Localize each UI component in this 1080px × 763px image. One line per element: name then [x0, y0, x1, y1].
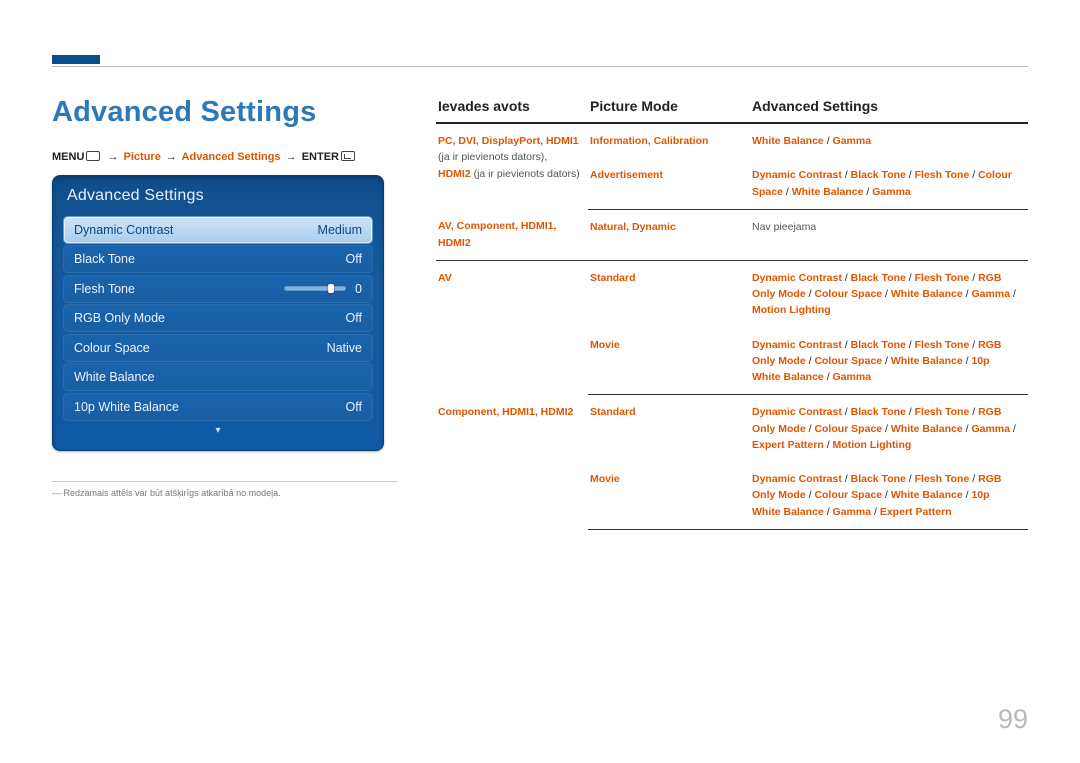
osd-row[interactable]: 10p White Balance Off: [63, 393, 373, 421]
content-columns: Advanced Settings MENU → Picture → Advan…: [52, 96, 1028, 530]
osd-row-value: Off: [346, 400, 362, 414]
page: Advanced Settings MENU → Picture → Advan…: [0, 0, 1080, 763]
breadcrumb: MENU → Picture → Advanced Settings → ENT…: [52, 151, 398, 163]
left-column: Advanced Settings MENU → Picture → Advan…: [52, 96, 398, 530]
cell-mode: Natural, Dynamic: [588, 209, 750, 260]
cell-source: AV: [436, 260, 588, 395]
cell-settings: Dynamic Contrast / Black Tone / Flesh To…: [750, 462, 1028, 529]
breadcrumb-step1: Picture: [124, 151, 161, 163]
footnote: Redzamais attēls var būt atšķirīgs atkar…: [52, 488, 398, 498]
osd-rows: Dynamic Contrast Medium Black Tone Off Flesh…: [63, 216, 373, 421]
table-row: PC, DVI, DisplayPort, HDMI1 (ja ir pievi…: [436, 123, 1028, 158]
cell-mode: Advertisement: [588, 158, 750, 209]
table-header-settings: Advanced Settings: [750, 96, 1028, 123]
divider: [52, 481, 398, 482]
osd-row[interactable]: White Balance: [63, 363, 373, 391]
cell-mode: Standard: [588, 395, 750, 462]
table-row: AVStandardDynamic Contrast / Black Tone …: [436, 260, 1028, 327]
slider-value: 0: [352, 282, 362, 296]
slider[interactable]: 0: [284, 282, 362, 296]
cell-mode: Movie: [588, 328, 750, 395]
cell-source: PC, DVI, DisplayPort, HDMI1 (ja ir pievi…: [436, 123, 588, 209]
osd-row-value: Off: [346, 252, 362, 266]
osd-row-label: Black Tone: [74, 252, 135, 266]
cell-settings: Dynamic Contrast / Black Tone / Flesh To…: [750, 328, 1028, 395]
arrow-icon: →: [286, 151, 297, 163]
osd-row[interactable]: Colour Space Native: [63, 334, 373, 362]
osd-row-label: Dynamic Contrast: [74, 223, 173, 237]
cell-mode: Information, Calibration: [588, 123, 750, 158]
cell-mode: Movie: [588, 462, 750, 529]
osd-row-label: RGB Only Mode: [74, 311, 165, 325]
cell-source: Component, HDMI1, HDMI2: [436, 395, 588, 530]
cell-mode: Standard: [588, 260, 750, 327]
osd-row[interactable]: Flesh Tone 0: [63, 275, 373, 303]
osd-row[interactable]: RGB Only Mode Off: [63, 304, 373, 332]
breadcrumb-menu: MENU: [52, 151, 84, 163]
osd-row-value: Medium: [318, 223, 362, 237]
table-header-row: Ievades avots Picture Mode Advanced Sett…: [436, 96, 1028, 123]
table-row: Component, HDMI1, HDMI2StandardDynamic C…: [436, 395, 1028, 462]
cell-settings: Dynamic Contrast / Black Tone / Flesh To…: [750, 158, 1028, 209]
right-column: Ievades avots Picture Mode Advanced Sett…: [436, 96, 1028, 530]
osd-panel: Advanced Settings Dynamic Contrast Medium…: [52, 175, 384, 451]
osd-row-label: White Balance: [74, 370, 155, 384]
slider-track[interactable]: [284, 286, 346, 291]
table-body: PC, DVI, DisplayPort, HDMI1 (ja ir pievi…: [436, 123, 1028, 530]
breadcrumb-step2: Advanced Settings: [182, 151, 281, 163]
cell-settings: Nav pieejama: [750, 209, 1028, 260]
arrow-icon: →: [166, 151, 177, 163]
chevron-down-icon: ▾: [63, 425, 373, 436]
table-header-source: Ievades avots: [436, 96, 588, 123]
osd-row-value: Native: [327, 341, 362, 355]
header-rule: [52, 66, 1028, 67]
menu-icon: [86, 151, 100, 161]
osd-row-label: Colour Space: [74, 341, 150, 355]
breadcrumb-enter: ENTER: [302, 151, 339, 163]
cell-settings: Dynamic Contrast / Black Tone / Flesh To…: [750, 260, 1028, 327]
page-number: 99: [998, 704, 1028, 735]
osd-row-label: 10p White Balance: [74, 400, 179, 414]
enter-icon: [341, 151, 355, 161]
page-title: Advanced Settings: [52, 96, 398, 129]
osd-row[interactable]: Black Tone Off: [63, 245, 373, 273]
osd-row-label: Flesh Tone: [74, 282, 135, 296]
table-header-mode: Picture Mode: [588, 96, 750, 123]
cell-settings: Dynamic Contrast / Black Tone / Flesh To…: [750, 395, 1028, 462]
arrow-icon: →: [107, 151, 118, 163]
osd-row-value: Off: [346, 311, 362, 325]
table-row: AV, Component, HDMI1, HDMI2Natural, Dyna…: [436, 209, 1028, 260]
cell-settings: White Balance / Gamma: [750, 123, 1028, 158]
cell-source: AV, Component, HDMI1, HDMI2: [436, 209, 588, 260]
header-accent: [52, 55, 100, 64]
osd-title: Advanced Settings: [63, 184, 373, 214]
osd-row[interactable]: Dynamic Contrast Medium: [63, 216, 373, 244]
settings-table: Ievades avots Picture Mode Advanced Sett…: [436, 96, 1028, 530]
